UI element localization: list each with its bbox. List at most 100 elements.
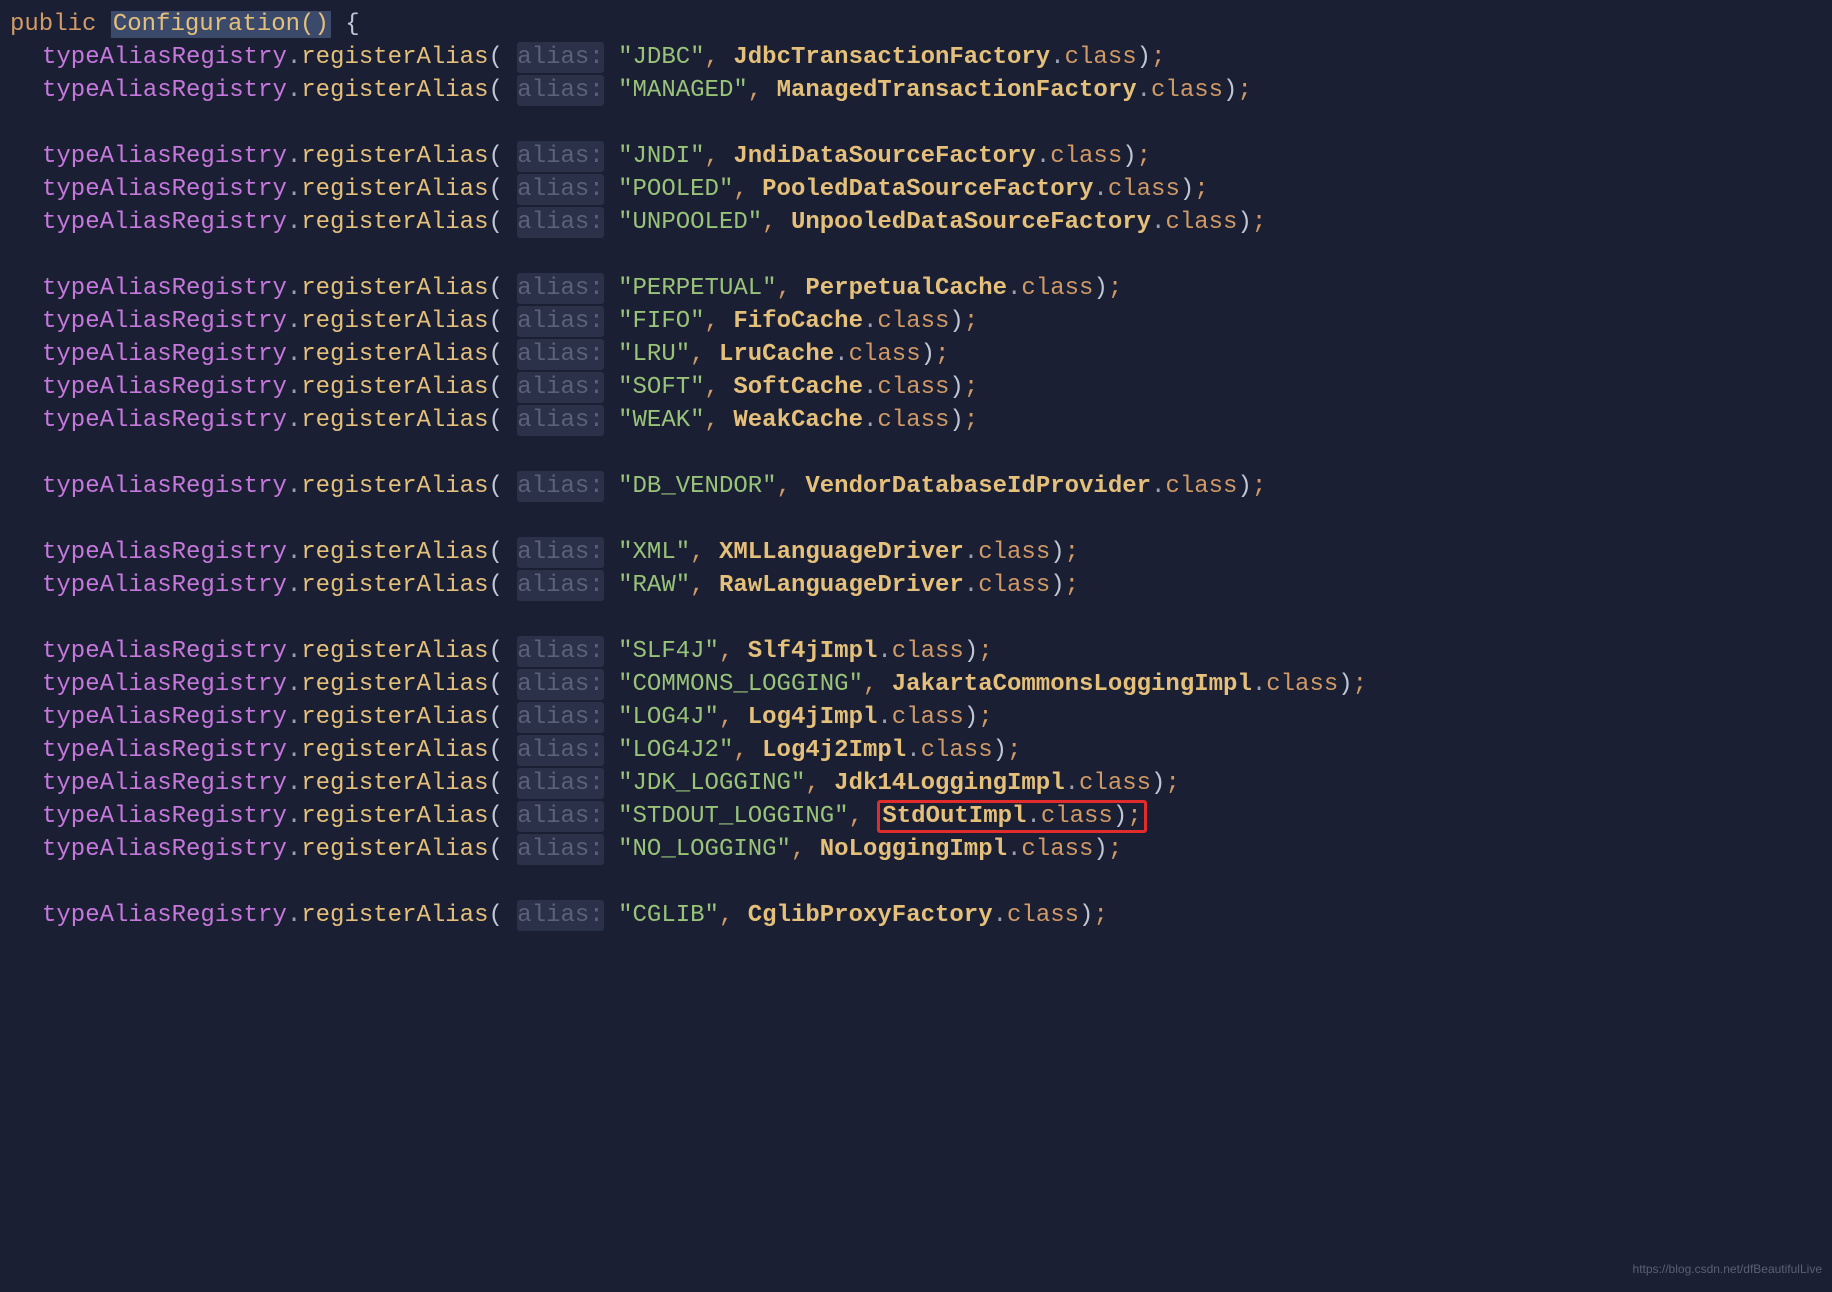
class-name: JakartaCommonsLoggingImpl [892,671,1252,698]
string-literal: "NO_LOGGING" [618,836,791,863]
class-name: FifoCache [733,308,863,335]
dot: . [1050,44,1064,71]
blank-line [10,866,1832,899]
hint-label: alias: [517,770,603,797]
comma: , [733,176,762,203]
string-literal: "STDOUT_LOGGING" [618,803,848,830]
comma: , [777,473,806,500]
dot: . [287,308,301,335]
dot: . [877,704,891,731]
method-registerAlias: registerAlias [301,176,488,203]
register-alias-call: typeAliasRegistry.registerAlias( alias: … [10,536,1832,569]
code-editor[interactable]: public Configuration() {typeAliasRegistr… [10,8,1832,932]
variable-typeAliasRegistry: typeAliasRegistry [42,572,287,599]
dot: . [287,209,301,236]
dot: . [906,737,920,764]
method-registerAlias: registerAlias [301,671,488,698]
close-paren: ) [1050,539,1064,566]
hint-label: alias: [517,308,603,335]
close-paren: ) [949,407,963,434]
class-name: Log4j2Impl [762,737,906,764]
dot: . [1093,176,1107,203]
highlight-red-box: StdOutImpl.class); [877,800,1146,833]
method-registerAlias: registerAlias [301,704,488,731]
class-keyword: class [849,341,921,368]
variable-typeAliasRegistry: typeAliasRegistry [42,209,287,236]
parameter-hint: alias: [517,372,603,403]
class-name: CglibProxyFactory [748,902,993,929]
close-paren: ) [1237,209,1251,236]
dot: . [287,473,301,500]
class-keyword: class [978,539,1050,566]
class-keyword: class [1165,473,1237,500]
dot: . [1026,803,1040,830]
semicolon: ; [1237,77,1251,104]
close-paren: ) [1338,671,1352,698]
close-paren: ) [1237,473,1251,500]
parameter-hint: alias: [517,702,603,733]
close-paren: ) [1122,143,1136,170]
method-registerAlias: registerAlias [301,539,488,566]
string-literal: "JDK_LOGGING" [618,770,805,797]
register-alias-call: typeAliasRegistry.registerAlias( alias: … [10,404,1832,437]
dot: . [287,44,301,71]
open-paren: ( [488,770,517,797]
open-paren: ( [488,737,517,764]
dot: . [287,737,301,764]
hint-label: alias: [517,539,603,566]
string-literal: "SLF4J" [618,638,719,665]
close-paren: ) [1093,275,1107,302]
dot: . [1137,77,1151,104]
method-registerAlias: registerAlias [301,836,488,863]
class-keyword: class [1165,209,1237,236]
register-alias-call: typeAliasRegistry.registerAlias( alias: … [10,800,1832,833]
open-paren: ( [488,341,517,368]
register-alias-call: typeAliasRegistry.registerAlias( alias: … [10,41,1832,74]
register-alias-call: typeAliasRegistry.registerAlias( alias: … [10,899,1832,932]
method-registerAlias: registerAlias [301,308,488,335]
parameter-hint: alias: [517,537,603,568]
class-name: JdbcTransactionFactory [733,44,1050,71]
close-paren: ) [993,737,1007,764]
variable-typeAliasRegistry: typeAliasRegistry [42,176,287,203]
dot: . [287,671,301,698]
hint-label: alias: [517,572,603,599]
method-registerAlias: registerAlias [301,572,488,599]
dot: . [287,341,301,368]
semicolon: ; [935,341,949,368]
string-literal: "RAW" [618,572,690,599]
variable-typeAliasRegistry: typeAliasRegistry [42,671,287,698]
parameter-hint: alias: [517,471,603,502]
semicolon: ; [1353,671,1367,698]
blank-line [10,239,1832,272]
blank-line [10,503,1832,536]
class-name: JndiDataSourceFactory [733,143,1035,170]
class-name: PooledDataSourceFactory [762,176,1093,203]
class-name: StdOutImpl [882,803,1026,830]
register-alias-call: typeAliasRegistry.registerAlias( alias: … [10,338,1832,371]
comma: , [805,770,834,797]
comma: , [690,341,719,368]
class-keyword: class [978,572,1050,599]
variable-typeAliasRegistry: typeAliasRegistry [42,704,287,731]
dot: . [287,836,301,863]
class-keyword: class [892,704,964,731]
semicolon: ; [1127,803,1141,830]
string-literal: "FIFO" [618,308,704,335]
class-keyword: class [1108,176,1180,203]
method-registerAlias: registerAlias [301,275,488,302]
class-keyword: class [877,308,949,335]
parameter-hint: alias: [517,273,603,304]
watermark: https://blog.csdn.net/dfBeautifulLive [1633,1253,1822,1286]
string-literal: "JDBC" [618,44,704,71]
hint-label: alias: [517,374,603,401]
semicolon: ; [1165,770,1179,797]
comma: , [719,638,748,665]
semicolon: ; [964,308,978,335]
semicolon: ; [964,374,978,401]
close-paren: ) [1223,77,1237,104]
dot: . [863,407,877,434]
parameter-hint: alias: [517,735,603,766]
dot: . [287,803,301,830]
register-alias-call: typeAliasRegistry.registerAlias( alias: … [10,668,1832,701]
